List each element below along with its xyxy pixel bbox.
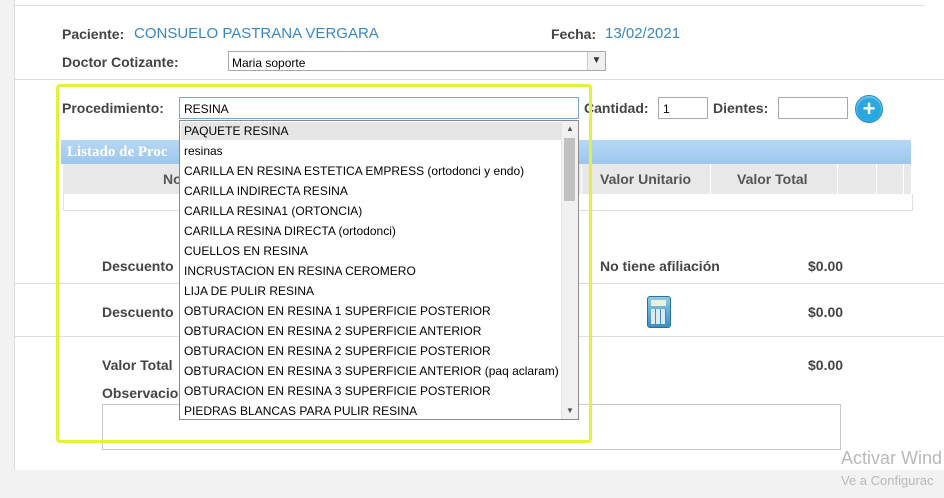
col-unit-value: Valor Unitario bbox=[600, 171, 692, 187]
top-divider bbox=[15, 5, 925, 6]
scroll-thumb[interactable] bbox=[564, 138, 575, 201]
procedure-option[interactable]: OBTURACION EN RESINA 2 SUPERFICIE ANTERI… bbox=[184, 324, 481, 338]
patient-name: CONSUELO PASTRANA VERGARA bbox=[134, 25, 379, 42]
calculator-icon[interactable] bbox=[647, 296, 671, 328]
calculator-screen bbox=[651, 300, 666, 306]
quantity-input-value: 1 bbox=[663, 102, 670, 116]
procedure-autocomplete-list[interactable]: PAQUETE RESINA resinas CARILLA EN RESINA E… bbox=[179, 120, 579, 420]
teeth-input[interactable] bbox=[778, 97, 848, 119]
procedure-option[interactable]: OBTURACION EN RESINA 1 SUPERFICIE POSTER… bbox=[184, 304, 491, 318]
doctor-select[interactable]: Maria soporte ▼ bbox=[228, 51, 606, 71]
procedure-option[interactable]: CUELLOS EN RESINA bbox=[184, 244, 308, 258]
date-value: 13/02/2021 bbox=[605, 25, 681, 42]
procedure-option[interactable]: PAQUETE RESINA bbox=[181, 122, 562, 140]
procedure-option[interactable]: OBTURACION EN RESINA 3 SUPERFICIE ANTERI… bbox=[184, 364, 559, 378]
scrollbar[interactable]: ▲ ▼ bbox=[561, 121, 578, 419]
activation-watermark: Activar Wind bbox=[841, 448, 943, 468]
col-total-value: Valor Total bbox=[737, 171, 808, 187]
quantity-label: Cantidad: bbox=[584, 100, 649, 116]
procedure-option[interactable]: resinas bbox=[184, 144, 223, 158]
column-separator bbox=[837, 164, 838, 194]
teeth-label: Dientes: bbox=[713, 100, 769, 116]
procedure-option[interactable]: CARILLA EN RESINA ESTETICA EMPRESS (orto… bbox=[184, 164, 524, 178]
total-value: $0.00 bbox=[808, 357, 844, 373]
quantity-input[interactable]: 1 bbox=[658, 97, 708, 119]
calculator-keys bbox=[651, 309, 666, 324]
discount-value: $0.00 bbox=[808, 304, 844, 320]
affiliation-status: No tiene afiliación bbox=[600, 258, 720, 274]
procedure-option[interactable]: OBTURACION EN RESINA 3 SUPERFICIE POSTER… bbox=[184, 384, 491, 398]
procedure-option[interactable]: OBTURACION EN RESINA 2 SUPERFICIE POSTER… bbox=[184, 344, 491, 358]
chevron-down-icon[interactable]: ▼ bbox=[587, 52, 605, 70]
doctor-select-value: Maria soporte bbox=[232, 56, 306, 70]
date-label: Fecha: bbox=[551, 26, 597, 42]
scroll-down-icon[interactable]: ▼ bbox=[562, 404, 578, 418]
procedure-option[interactable]: CARILLA RESINA DIRECTA (ortodonci) bbox=[184, 224, 396, 238]
procedure-option[interactable]: CARILLA INDIRECTA RESINA bbox=[184, 184, 348, 198]
scroll-up-icon[interactable]: ▲ bbox=[562, 122, 578, 136]
add-procedure-button[interactable]: + bbox=[855, 95, 883, 123]
column-separator bbox=[710, 164, 711, 194]
patient-label: Paciente: bbox=[62, 26, 125, 42]
doctor-label: Doctor Cotizante: bbox=[62, 54, 179, 70]
activation-watermark-sub: Ve a Configurac bbox=[841, 473, 934, 488]
procedure-option[interactable]: CARILLA RESINA1 (ORTONCIA) bbox=[184, 204, 362, 218]
discount-value: $0.00 bbox=[808, 258, 844, 274]
main-panel: Paciente: CONSUELO PASTRANA VERGARA Fech… bbox=[14, 0, 944, 470]
column-separator bbox=[903, 164, 904, 194]
procedure-option[interactable]: LIJA DE PULIR RESINA bbox=[184, 284, 314, 298]
procedure-option[interactable]: INCRUSTACION EN RESINA CEROMERO bbox=[184, 264, 416, 278]
divider bbox=[15, 79, 944, 80]
procedure-option[interactable]: PIEDRAS BLANCAS PARA PULIR RESINA bbox=[184, 404, 417, 418]
plus-icon: + bbox=[862, 96, 876, 121]
column-separator bbox=[876, 164, 877, 194]
